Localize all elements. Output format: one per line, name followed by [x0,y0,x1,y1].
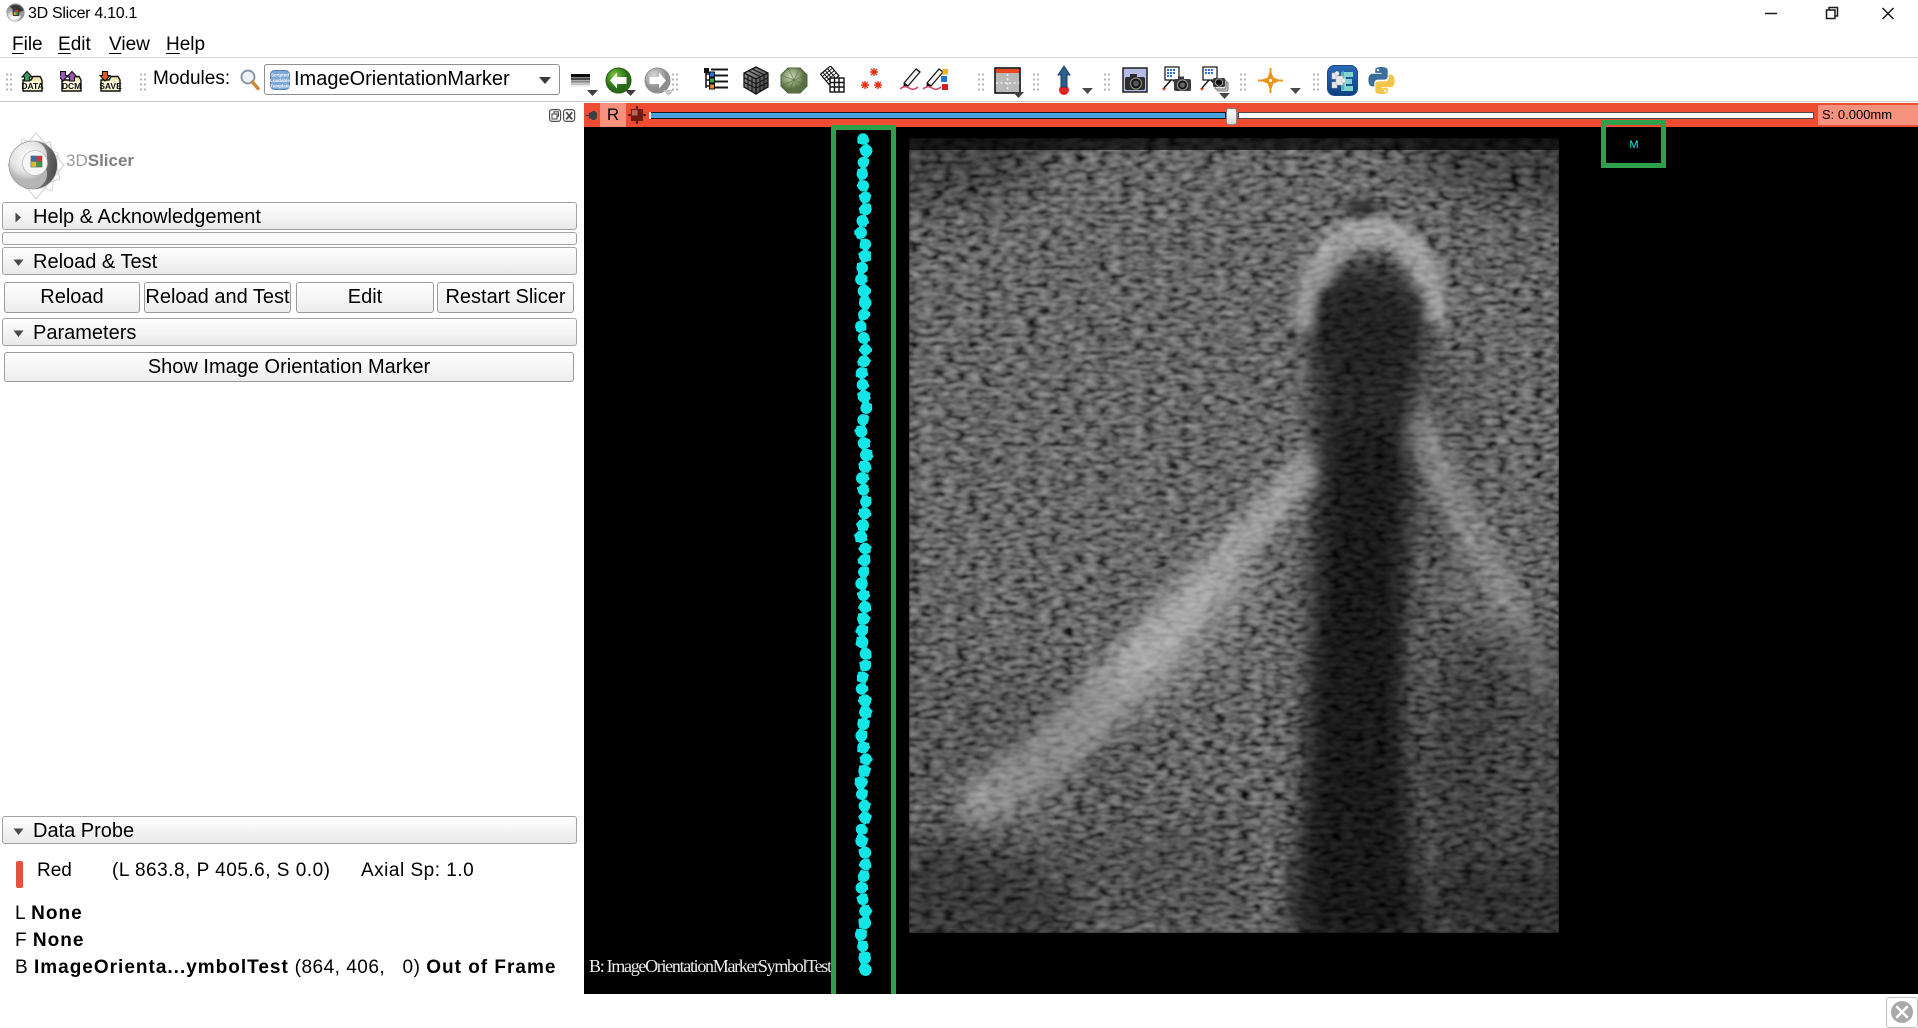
svg-text:M: M [1629,139,1638,151]
